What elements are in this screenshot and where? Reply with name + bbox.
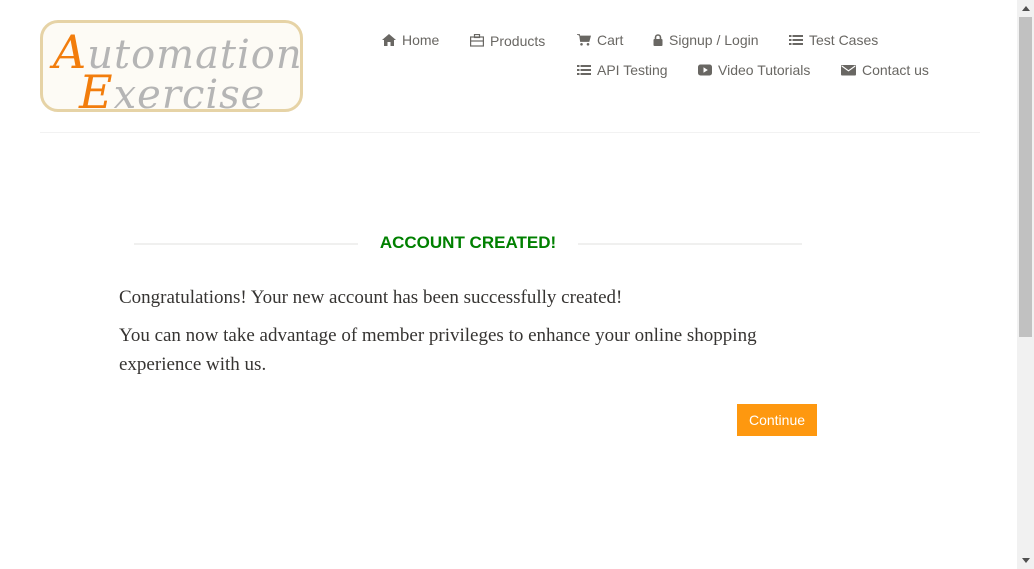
nav-test-cases[interactable]: Test Cases	[789, 30, 878, 50]
logo-word-2: xercise	[113, 72, 266, 112]
nav-home[interactable]: Home	[382, 30, 439, 50]
nav-home-label: Home	[402, 32, 440, 48]
privileges-message: You can now take advantage of member pri…	[119, 325, 757, 375]
list-icon	[789, 34, 803, 46]
nav-api-testing[interactable]: API Testing	[577, 60, 668, 80]
nav-video-tutorials-label: Video Tutorials	[718, 62, 811, 78]
header-divider	[40, 132, 980, 133]
scroll-up-arrow-icon[interactable]	[1017, 0, 1034, 17]
home-icon	[382, 34, 396, 46]
nav-signup-login-label: Signup / Login	[669, 32, 759, 48]
vertical-scrollbar[interactable]	[1017, 0, 1034, 569]
scrollbar-thumb[interactable]	[1019, 17, 1032, 337]
scroll-down-arrow-icon[interactable]	[1017, 552, 1034, 569]
nav-products-label: Products	[490, 33, 546, 49]
nav-api-testing-label: API Testing	[597, 62, 668, 78]
nav-signup-login[interactable]: Signup / Login	[653, 30, 759, 50]
cart-icon	[577, 34, 591, 46]
briefcase-icon	[470, 33, 484, 47]
logo-accent-e: E	[79, 65, 114, 112]
title-divider-left	[134, 243, 358, 245]
congratulations-message: Congratulations! Your new account has be…	[119, 287, 623, 308]
page: Automation Exercise Home Products Cart S…	[0, 0, 1034, 569]
lock-icon	[653, 34, 663, 46]
continue-button[interactable]: Continue	[737, 404, 817, 436]
youtube-play-icon	[698, 64, 712, 76]
page-title: ACCOUNT CREATED!	[379, 233, 557, 252]
title-divider-right	[578, 243, 802, 245]
nav-test-cases-label: Test Cases	[809, 32, 879, 48]
site-logo[interactable]: Automation Exercise	[40, 20, 303, 112]
envelope-icon	[841, 64, 856, 76]
nav-cart[interactable]: Cart	[577, 30, 623, 50]
nav-contact-us-label: Contact us	[862, 62, 929, 78]
list-icon	[577, 64, 591, 76]
nav-video-tutorials[interactable]: Video Tutorials	[698, 60, 810, 80]
nav-contact-us[interactable]: Contact us	[841, 60, 929, 80]
nav-cart-label: Cart	[597, 32, 624, 48]
nav-products[interactable]: Products	[470, 30, 545, 50]
account-created-heading: ACCOUNT CREATED!	[134, 230, 802, 256]
logo-line-2: Exercise	[79, 69, 266, 112]
